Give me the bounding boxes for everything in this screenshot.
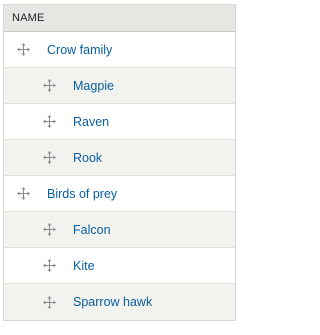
drag-handle-icon[interactable] bbox=[17, 43, 30, 56]
tree-row[interactable]: Kite bbox=[4, 248, 235, 284]
drag-handle-icon[interactable] bbox=[43, 79, 56, 92]
drag-handle-icon[interactable] bbox=[43, 223, 56, 236]
term-link-crow-family[interactable]: Crow family bbox=[47, 43, 112, 57]
term-link-rook[interactable]: Rook bbox=[73, 151, 102, 165]
term-link-falcon[interactable]: Falcon bbox=[73, 223, 111, 237]
tree-row[interactable]: Magpie bbox=[4, 68, 235, 104]
drag-handle-icon[interactable] bbox=[43, 115, 56, 128]
tree-row[interactable]: Falcon bbox=[4, 212, 235, 248]
drag-handle-icon[interactable] bbox=[43, 259, 56, 272]
drag-handle-icon[interactable] bbox=[43, 295, 56, 309]
tree-row[interactable]: Sparrow hawk bbox=[4, 284, 235, 320]
tree-row[interactable]: Raven bbox=[4, 104, 235, 140]
drag-handle-icon[interactable] bbox=[17, 187, 30, 200]
term-link-magpie[interactable]: Magpie bbox=[73, 79, 114, 93]
term-link-birds-of-prey[interactable]: Birds of prey bbox=[47, 187, 117, 201]
term-link-raven[interactable]: Raven bbox=[73, 115, 109, 129]
column-header-name[interactable]: NAME bbox=[4, 5, 235, 32]
term-link-sparrow-hawk[interactable]: Sparrow hawk bbox=[73, 295, 152, 309]
taxonomy-tree-table: NAME Crow family Magpie Raven Rook Birds… bbox=[3, 4, 236, 321]
drag-handle-icon[interactable] bbox=[43, 151, 56, 164]
tree-row[interactable]: Rook bbox=[4, 140, 235, 176]
tree-row[interactable]: Birds of prey bbox=[4, 176, 235, 212]
term-link-kite[interactable]: Kite bbox=[73, 259, 95, 273]
tree-row[interactable]: Crow family bbox=[4, 32, 235, 68]
